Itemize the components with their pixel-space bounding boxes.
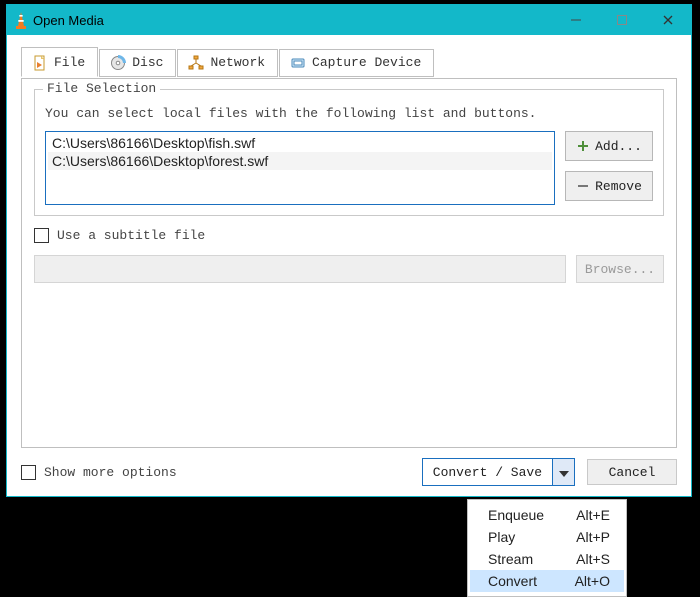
remove-button-label: Remove — [595, 179, 642, 194]
tab-network[interactable]: Network — [177, 49, 278, 77]
subtitle-input-row: Browse... — [34, 255, 664, 283]
file-list-row[interactable]: C:\Users\86166\Desktop\fish.swf — [48, 134, 552, 152]
menu-item-shortcut: Alt+P — [576, 529, 610, 545]
vlc-cone-icon — [13, 11, 29, 31]
file-selection-hint: You can select local files with the foll… — [45, 106, 653, 121]
open-media-window: Open Media File — [6, 4, 692, 497]
file-selection-legend: File Selection — [43, 81, 160, 96]
more-options-label: Show more options — [44, 465, 177, 480]
tab-strip: File Disc Network — [21, 49, 677, 79]
file-side-buttons: Add... Remove — [565, 131, 653, 205]
subtitle-checkbox-label: Use a subtitle file — [57, 228, 205, 243]
convert-save-label: Convert / Save — [433, 465, 542, 480]
menu-item-convert[interactable]: Convert Alt+O — [470, 570, 624, 592]
menu-item-label: Play — [488, 529, 515, 545]
title-bar: Open Media — [7, 5, 691, 35]
browse-button: Browse... — [576, 255, 664, 283]
close-button[interactable] — [645, 5, 691, 35]
minimize-button[interactable] — [553, 5, 599, 35]
remove-button[interactable]: Remove — [565, 171, 653, 201]
add-button[interactable]: Add... — [565, 131, 653, 161]
client-area: File Disc Network — [7, 35, 691, 496]
tab-disc[interactable]: Disc — [99, 49, 176, 77]
menu-item-enqueue[interactable]: Enqueue Alt+E — [470, 504, 624, 526]
disc-icon — [110, 55, 126, 71]
convert-save-dropdown-arrow[interactable] — [552, 459, 574, 485]
menu-item-stream[interactable]: Stream Alt+S — [470, 548, 624, 570]
subtitle-path-input — [34, 255, 566, 283]
menu-item-shortcut: Alt+O — [575, 573, 610, 589]
subtitle-row: Use a subtitle file — [34, 228, 664, 243]
chevron-down-icon — [559, 465, 569, 480]
file-selection-group: File Selection You can select local file… — [34, 89, 664, 216]
menu-item-shortcut: Alt+E — [576, 507, 610, 523]
browse-button-label: Browse... — [585, 262, 655, 277]
more-options-checkbox[interactable] — [21, 465, 36, 480]
maximize-button[interactable] — [599, 5, 645, 35]
file-icon — [32, 55, 48, 71]
convert-save-button[interactable]: Convert / Save — [423, 459, 552, 485]
tab-file[interactable]: File — [21, 47, 98, 77]
window-title: Open Media — [33, 13, 104, 28]
dialog-footer: Show more options Convert / Save Cancel — [21, 458, 677, 486]
menu-item-label: Stream — [488, 551, 533, 567]
tab-label: Disc — [132, 55, 163, 70]
file-list[interactable]: C:\Users\86166\Desktop\fish.swf C:\Users… — [45, 131, 555, 205]
tab-label: File — [54, 55, 85, 70]
add-button-label: Add... — [595, 139, 642, 154]
tab-label: Network — [210, 55, 265, 70]
tab-label: Capture Device — [312, 55, 421, 70]
more-options-row: Show more options — [21, 465, 177, 480]
tab-capture-device[interactable]: Capture Device — [279, 49, 434, 77]
network-icon — [188, 55, 204, 71]
cancel-button-label: Cancel — [609, 465, 656, 480]
minus-icon — [576, 179, 590, 193]
subtitle-checkbox[interactable] — [34, 228, 49, 243]
convert-save-dropdown-menu: Enqueue Alt+E Play Alt+P Stream Alt+S Co… — [467, 499, 627, 597]
convert-save-split-button[interactable]: Convert / Save — [422, 458, 575, 486]
window-controls — [553, 5, 691, 35]
menu-item-shortcut: Alt+S — [576, 551, 610, 567]
capture-device-icon — [290, 55, 306, 71]
file-list-row[interactable]: C:\Users\86166\Desktop\forest.swf — [48, 152, 552, 170]
menu-item-label: Convert — [488, 573, 537, 589]
menu-item-play[interactable]: Play Alt+P — [470, 526, 624, 548]
tab-panel-file: File Selection You can select local file… — [21, 78, 677, 448]
cancel-button[interactable]: Cancel — [587, 459, 677, 485]
menu-item-label: Enqueue — [488, 507, 544, 523]
plus-icon — [576, 139, 590, 153]
